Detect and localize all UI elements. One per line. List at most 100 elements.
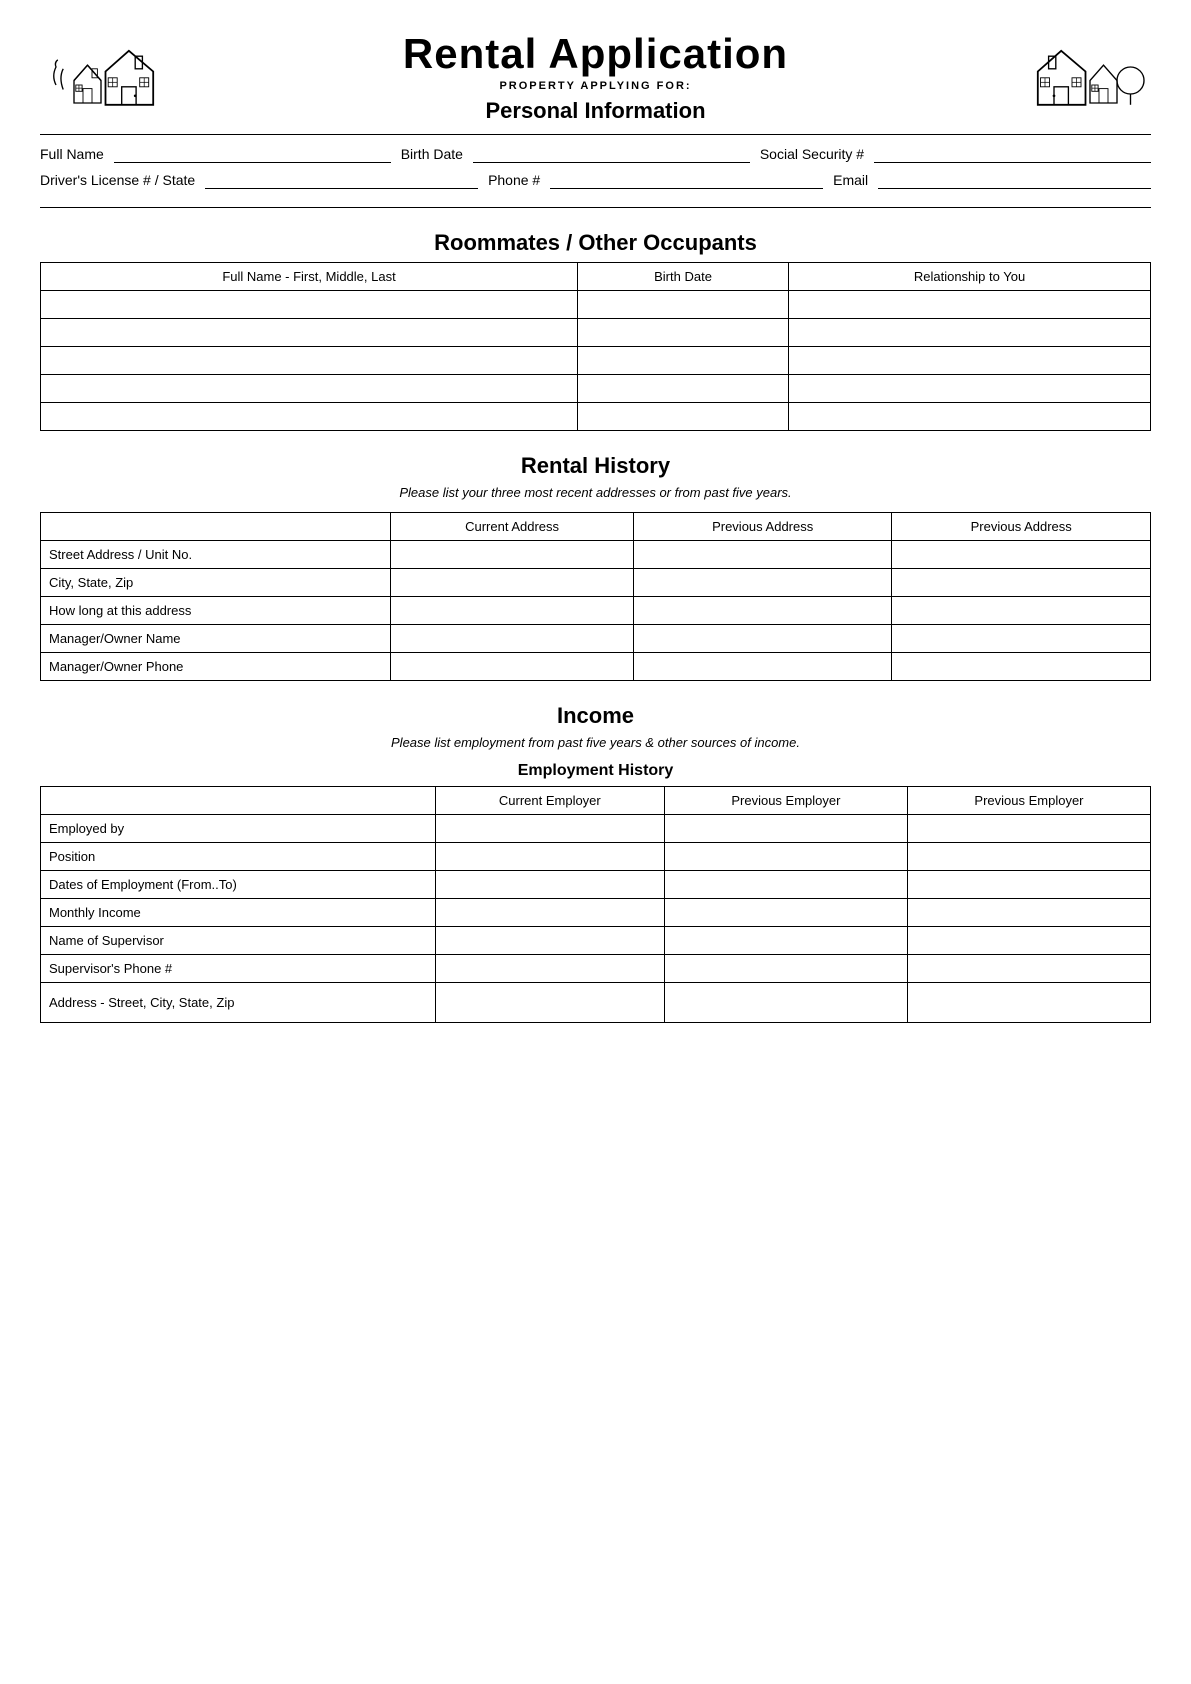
employment-dates-current[interactable] <box>435 871 664 899</box>
birth-date-field[interactable] <box>473 145 750 163</box>
employment-address-prev1[interactable] <box>664 983 907 1023</box>
occupant-name-2[interactable] <box>41 319 578 347</box>
occupant-rel-2[interactable] <box>789 319 1151 347</box>
table-row: Manager/Owner Phone <box>41 653 1151 681</box>
full-name-label: Full Name <box>40 146 104 162</box>
employment-supphone-current[interactable] <box>435 955 664 983</box>
occupant-name-4[interactable] <box>41 375 578 403</box>
rental-history-table: Current Address Previous Address Previou… <box>40 512 1151 681</box>
full-name-field[interactable] <box>114 145 391 163</box>
employment-employer-prev1[interactable] <box>664 815 907 843</box>
employment-col-prev1: Previous Employer <box>664 787 907 815</box>
employment-dates-prev2[interactable] <box>907 871 1150 899</box>
employment-supphone-prev2[interactable] <box>907 955 1150 983</box>
table-row: Monthly Income <box>41 899 1151 927</box>
phone-field[interactable] <box>550 171 823 189</box>
rental-city-prev1[interactable] <box>633 569 892 597</box>
email-label: Email <box>833 172 868 188</box>
occupant-name-5[interactable] <box>41 403 578 431</box>
rental-history-header: Rental History <box>40 453 1151 479</box>
employment-corner-cell <box>41 787 436 815</box>
employment-supervisor-prev1[interactable] <box>664 927 907 955</box>
rental-manager-prev1[interactable] <box>633 625 892 653</box>
birth-date-label: Birth Date <box>401 146 463 162</box>
rental-street-prev1[interactable] <box>633 541 892 569</box>
page-title: Rental Application <box>180 30 1011 78</box>
occupant-birth-4[interactable] <box>578 375 789 403</box>
occupant-rel-1[interactable] <box>789 291 1151 319</box>
phone-label: Phone # <box>488 172 540 188</box>
employment-col-prev2: Previous Employer <box>907 787 1150 815</box>
income-section-header: Income <box>40 703 1151 729</box>
rental-street-prev2[interactable] <box>892 541 1151 569</box>
left-house-icon <box>40 31 180 124</box>
rental-row-howlong-label: How long at this address <box>41 597 391 625</box>
occupant-name-3[interactable] <box>41 347 578 375</box>
table-row: Supervisor's Phone # <box>41 955 1151 983</box>
rental-city-current[interactable] <box>391 569 634 597</box>
income-subtext: Please list employment from past five ye… <box>40 735 1151 750</box>
rental-phone-prev1[interactable] <box>633 653 892 681</box>
employment-position-prev2[interactable] <box>907 843 1150 871</box>
rental-corner-cell <box>41 513 391 541</box>
occupant-rel-5[interactable] <box>789 403 1151 431</box>
employment-row-address-label: Address - Street, City, State, Zip <box>41 983 436 1023</box>
dl-field[interactable] <box>205 171 478 189</box>
employment-employer-current[interactable] <box>435 815 664 843</box>
page-header: Rental Application PROPERTY APPLYING FOR… <box>40 30 1151 124</box>
occupant-birth-2[interactable] <box>578 319 789 347</box>
rental-city-prev2[interactable] <box>892 569 1151 597</box>
rental-howlong-current[interactable] <box>391 597 634 625</box>
employment-position-current[interactable] <box>435 843 664 871</box>
employment-dates-prev1[interactable] <box>664 871 907 899</box>
employment-supervisor-prev2[interactable] <box>907 927 1150 955</box>
table-row: How long at this address <box>41 597 1151 625</box>
table-row <box>41 319 1151 347</box>
employment-supervisor-current[interactable] <box>435 927 664 955</box>
table-row: Position <box>41 843 1151 871</box>
occupant-name-1[interactable] <box>41 291 578 319</box>
rental-col-current: Current Address <box>391 513 634 541</box>
occupant-birth-5[interactable] <box>578 403 789 431</box>
table-row: Address - Street, City, State, Zip <box>41 983 1151 1023</box>
roommates-col-birth: Birth Date <box>578 263 789 291</box>
table-row: Manager/Owner Name <box>41 625 1151 653</box>
rental-manager-prev2[interactable] <box>892 625 1151 653</box>
employment-history-header: Employment History <box>40 762 1151 780</box>
employment-income-prev2[interactable] <box>907 899 1150 927</box>
occupant-birth-3[interactable] <box>578 347 789 375</box>
table-row: Name of Supervisor <box>41 927 1151 955</box>
employment-row-supervisor-label: Name of Supervisor <box>41 927 436 955</box>
header-center: Rental Application PROPERTY APPLYING FOR… <box>180 30 1011 124</box>
employment-position-prev1[interactable] <box>664 843 907 871</box>
employment-row-employer-label: Employed by <box>41 815 436 843</box>
personal-info-row-2: Driver's License # / State Phone # Email <box>40 171 1151 189</box>
employment-income-prev1[interactable] <box>664 899 907 927</box>
roommates-col-relationship: Relationship to You <box>789 263 1151 291</box>
right-house-icon <box>1011 31 1151 124</box>
rental-howlong-prev2[interactable] <box>892 597 1151 625</box>
occupant-rel-3[interactable] <box>789 347 1151 375</box>
occupant-rel-4[interactable] <box>789 375 1151 403</box>
employment-income-current[interactable] <box>435 899 664 927</box>
employment-row-dates-label: Dates of Employment (From..To) <box>41 871 436 899</box>
roommates-section-header: Roommates / Other Occupants <box>40 230 1151 256</box>
rental-row-phone-label: Manager/Owner Phone <box>41 653 391 681</box>
rental-street-current[interactable] <box>391 541 634 569</box>
rental-phone-prev2[interactable] <box>892 653 1151 681</box>
rental-phone-current[interactable] <box>391 653 634 681</box>
rental-howlong-prev1[interactable] <box>633 597 892 625</box>
employment-address-current[interactable] <box>435 983 664 1023</box>
ssn-field[interactable] <box>874 145 1151 163</box>
employment-supphone-prev1[interactable] <box>664 955 907 983</box>
email-field[interactable] <box>878 171 1151 189</box>
rental-row-street-label: Street Address / Unit No. <box>41 541 391 569</box>
table-row: Street Address / Unit No. <box>41 541 1151 569</box>
employment-employer-prev2[interactable] <box>907 815 1150 843</box>
rental-history-subtext: Please list your three most recent addre… <box>40 485 1151 500</box>
rental-manager-current[interactable] <box>391 625 634 653</box>
employment-col-current: Current Employer <box>435 787 664 815</box>
employment-address-prev2[interactable] <box>907 983 1150 1023</box>
occupant-birth-1[interactable] <box>578 291 789 319</box>
rental-row-manager-label: Manager/Owner Name <box>41 625 391 653</box>
